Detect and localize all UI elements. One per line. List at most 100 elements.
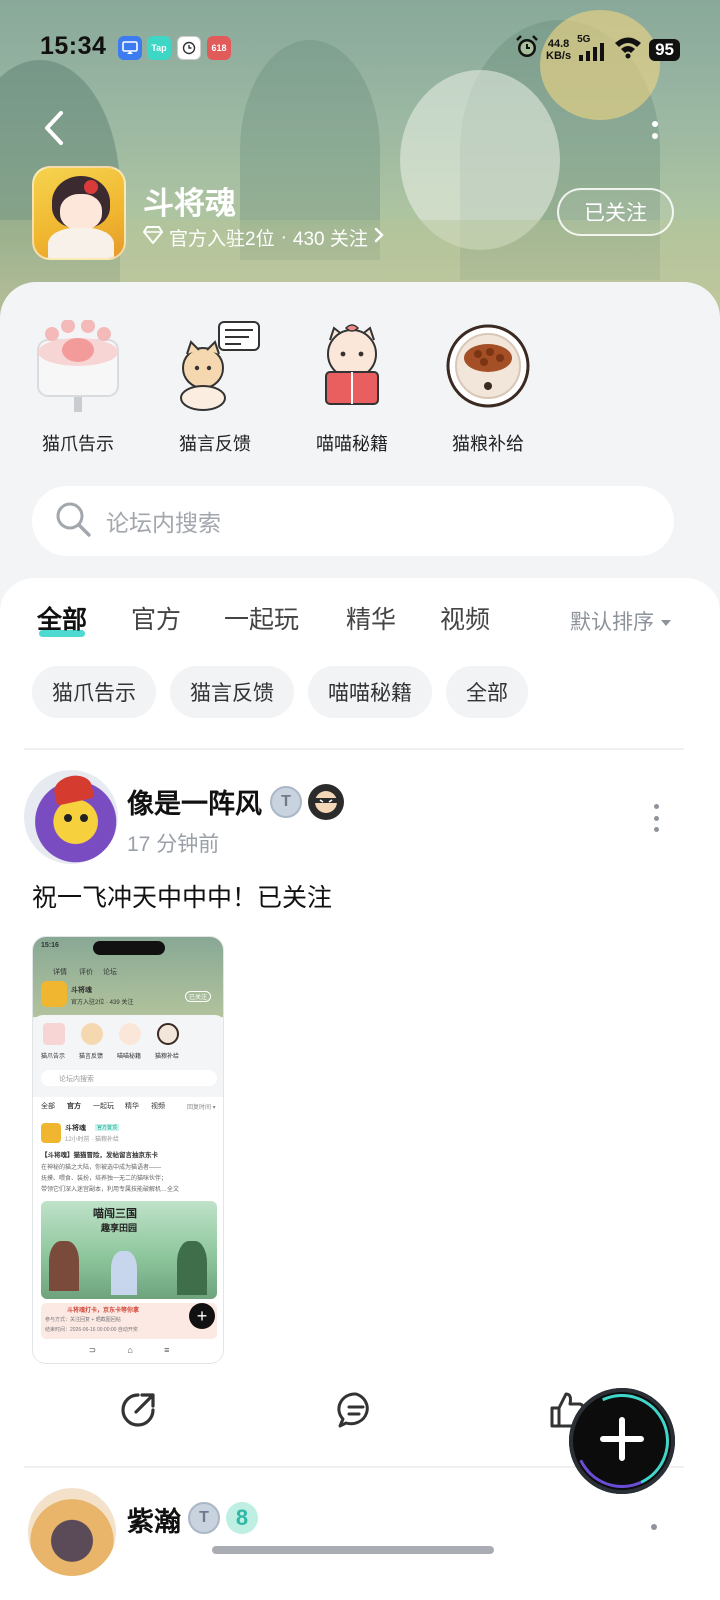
game-icon bbox=[32, 166, 126, 260]
create-post-button[interactable] bbox=[561, 1380, 683, 1502]
share-button[interactable] bbox=[116, 1390, 160, 1434]
dot-icon bbox=[652, 121, 658, 127]
game-meta[interactable]: 官方入驻2位 · 430 关注 bbox=[143, 224, 384, 251]
tab-video[interactable]: 视频 bbox=[440, 600, 490, 636]
screen-cast-icon bbox=[118, 36, 142, 60]
post-more-button[interactable] bbox=[651, 1524, 657, 1530]
mini-tab: 一起玩 bbox=[93, 1103, 114, 1110]
net-speed: 44.8 KB/s bbox=[546, 37, 572, 62]
comment-button[interactable] bbox=[334, 1390, 378, 1434]
shortcut-cat-guide-book[interactable]: 喵喵秘籍 bbox=[292, 320, 412, 456]
mini-promo-title: 斗将魂打卡，京东卡等你拿 bbox=[67, 1308, 140, 1314]
game-app-icon: 618 bbox=[207, 36, 231, 60]
mini-shortcut-icon bbox=[43, 1023, 65, 1045]
mini-post-time: 12小时前 · 猫粮补给 bbox=[65, 1137, 120, 1143]
avatar[interactable] bbox=[24, 770, 118, 864]
mini-post-line: 在神秘的猫之大陆，你被选中成为猫语者—— bbox=[41, 1165, 162, 1171]
dot-icon bbox=[653, 804, 659, 809]
back-button[interactable] bbox=[36, 110, 72, 150]
meta-separator: · bbox=[280, 226, 287, 248]
shortcut-label: 猫言反馈 bbox=[179, 434, 251, 454]
mini-banner-subtitle: 趣享田园 bbox=[101, 1223, 138, 1233]
mini-meta: 官方入驻2位 · 439 关注 bbox=[71, 1000, 134, 1006]
mini-tab: 官方 bbox=[67, 1103, 81, 1110]
cellular-signal-icon: 5G bbox=[577, 34, 607, 63]
chip-cat-guide-book[interactable]: 喵喵秘籍 bbox=[308, 666, 432, 718]
mini-title: 斗将魂 bbox=[71, 987, 92, 994]
chip-cat-paw-notice[interactable]: 猫爪告示 bbox=[32, 666, 156, 718]
mini-back-icon: ⊃ bbox=[88, 1345, 97, 1355]
status-bar: 15:34 Tap 618 44.8 KB/s 5G 95 bbox=[0, 28, 720, 68]
mini-game-icon bbox=[41, 981, 67, 1007]
tab-all[interactable]: 全部 bbox=[37, 600, 87, 636]
mini-nav-review: 评价 bbox=[79, 969, 93, 976]
mini-post-line: 抚摸、喂食、装扮，培养独一无二的猫咪伙伴； bbox=[41, 1176, 168, 1182]
shortcut-row: 猫爪告示 猫言反馈 喵喵秘籍 猫粮补给 bbox=[0, 319, 720, 470]
mini-post-avatar bbox=[41, 1123, 61, 1143]
forum-search-field[interactable]: 论坛内搜索 bbox=[32, 486, 674, 556]
mini-post-title: 【斗将魂】猫猫冒险，发帖留言抽京东卡 bbox=[41, 1152, 158, 1159]
mini-plus-icon: + bbox=[189, 1303, 215, 1329]
sort-dropdown[interactable]: 默认排序 bbox=[570, 606, 672, 636]
caret-down-icon bbox=[660, 609, 672, 633]
mini-search-text: 论坛内搜索 bbox=[59, 1076, 94, 1083]
mini-menu-icon: ≡ bbox=[164, 1345, 170, 1355]
cat-guide-book-icon bbox=[306, 320, 398, 412]
dot-icon bbox=[652, 133, 658, 139]
mini-banner-image: 喵闯三国 趣享田园 bbox=[41, 1201, 217, 1299]
dot-icon bbox=[653, 827, 659, 832]
mini-shortcut-icon bbox=[81, 1023, 103, 1045]
post-more-button[interactable] bbox=[646, 804, 666, 832]
mini-shortcut-label: 猫爪告示 bbox=[41, 1054, 66, 1060]
chip-cat-feedback[interactable]: 猫言反馈 bbox=[170, 666, 294, 718]
chevron-left-icon bbox=[43, 110, 65, 151]
sort-label: 默认排序 bbox=[570, 611, 654, 634]
alarm-icon bbox=[514, 34, 540, 65]
search-icon bbox=[54, 500, 92, 543]
mini-follow: 已关注 bbox=[185, 991, 212, 1002]
status-time: 15:34 bbox=[40, 32, 107, 60]
mini-shortcut-icon bbox=[157, 1023, 179, 1045]
mini-shortcut-label: 猫粮补给 bbox=[155, 1054, 180, 1060]
wifi-icon bbox=[613, 35, 643, 64]
shortcut-label: 猫粮补给 bbox=[452, 434, 524, 454]
search-placeholder: 论坛内搜索 bbox=[106, 510, 221, 536]
shortcut-cat-food-bowl[interactable]: 猫粮补给 bbox=[428, 320, 548, 456]
shortcut-cat-paw-notice[interactable]: 猫爪告示 bbox=[18, 319, 138, 456]
chip-all[interactable]: 全部 bbox=[446, 666, 528, 718]
post-time: 17 分钟前 bbox=[127, 833, 220, 856]
clock-app-icon bbox=[177, 36, 201, 60]
avatar[interactable] bbox=[28, 1488, 116, 1576]
home-indicator[interactable] bbox=[212, 1546, 494, 1554]
mini-shortcut-label: 喵喵秘籍 bbox=[117, 1054, 142, 1060]
level-badge-icon: T bbox=[188, 1502, 220, 1534]
mini-time: 15:16 bbox=[41, 942, 59, 949]
diamond-icon bbox=[143, 225, 163, 250]
taptap-icon: Tap bbox=[147, 36, 171, 60]
shortcut-cat-feedback[interactable]: 猫言反馈 bbox=[155, 320, 275, 456]
chevron-right-icon bbox=[374, 227, 384, 249]
tab-official[interactable]: 官方 bbox=[131, 600, 181, 636]
comment-icon bbox=[336, 1390, 376, 1435]
post-image[interactable]: 15:16 详情 评价 论坛 斗将魂 官方入驻2位 · 439 关注 已关注 猫… bbox=[32, 936, 224, 1364]
mini-post-line: 带领它们深入迷宫副本，利用专属技能破解机…全文 bbox=[41, 1187, 180, 1193]
tab-featured[interactable]: 精华 bbox=[346, 600, 396, 636]
mini-tab: 全部 bbox=[41, 1103, 55, 1110]
level-badge-icon: T bbox=[270, 786, 302, 818]
post-author[interactable]: 像是一阵风 bbox=[127, 782, 262, 821]
mini-home-icon: ⌂ bbox=[127, 1345, 133, 1355]
official-count: 官方入驻2位 bbox=[169, 229, 275, 250]
follow-button[interactable]: 已关注 bbox=[557, 188, 674, 236]
mini-nav-forum: 论坛 bbox=[103, 969, 117, 976]
mini-nav-detail: 详情 bbox=[53, 969, 67, 976]
number-badge-icon: 8 bbox=[226, 1502, 258, 1534]
tab-play-together[interactable]: 一起玩 bbox=[224, 600, 299, 636]
mini-status-pill bbox=[93, 941, 165, 955]
filter-chips: 猫爪告示 猫言反馈 喵喵秘籍 全部 bbox=[32, 666, 528, 718]
mini-tab: 视频 bbox=[151, 1103, 165, 1110]
mini-promo-line: 参与方式：关注回复 + 晒截图回帖 bbox=[45, 1317, 121, 1323]
cat-paw-notice-icon bbox=[32, 319, 124, 412]
more-options-button[interactable] bbox=[640, 112, 670, 148]
post-author[interactable]: 紫瀚 bbox=[127, 1500, 181, 1539]
share-icon bbox=[118, 1390, 158, 1435]
